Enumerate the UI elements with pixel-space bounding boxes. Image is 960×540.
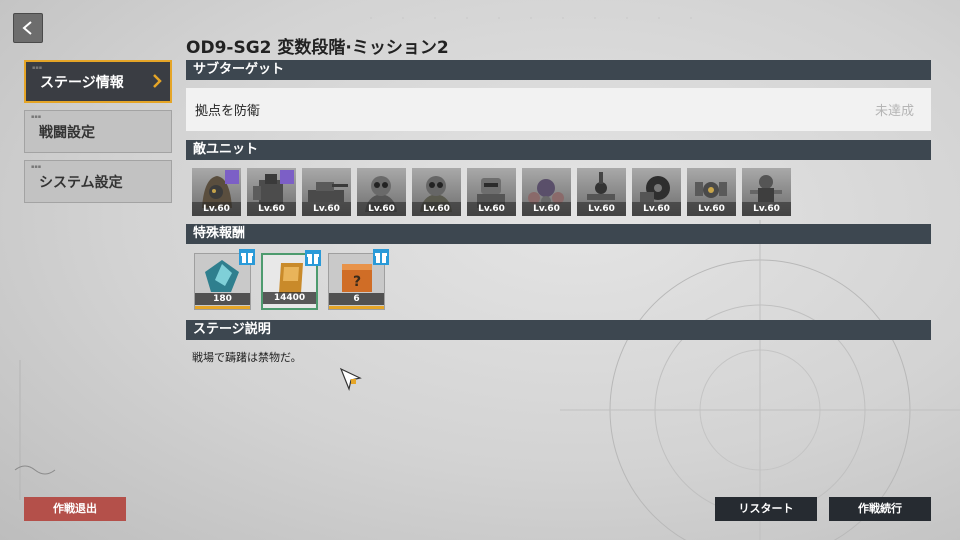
reward-item[interactable]: ? 6 <box>328 249 389 310</box>
enemy-card[interactable]: Lv.60 <box>577 168 626 216</box>
chevron-right-icon <box>153 74 162 88</box>
back-button[interactable] <box>13 13 43 43</box>
enemy-level: Lv.60 <box>467 202 516 216</box>
enemy-list: Lv.60 Lv.60 Lv.60 Lv.60 Lv.60 Lv.60 Lv.6… <box>192 168 791 216</box>
reward-count: 6 <box>329 293 384 305</box>
reward-list: 180 14400 ? 6 <box>194 249 389 310</box>
sidebar-item-decor: ▪▪▪ <box>31 114 42 120</box>
sidebar-item-stage-info[interactable]: ▪▪▪ ステージ情報 <box>24 60 172 103</box>
sidebar-item-battle-settings[interactable]: ▪▪▪ 戦闘設定 <box>24 110 172 153</box>
section-header-special-rewards: 特殊報酬 <box>186 224 931 244</box>
boss-badge-icon <box>225 170 239 184</box>
mouse-cursor-icon <box>339 367 362 392</box>
reward-rarity-bar <box>195 306 250 309</box>
section-header-sub-target: サブターゲット <box>186 60 931 80</box>
enemy-level: Lv.60 <box>687 202 736 216</box>
sidebar-item-label: システム設定 <box>39 174 123 191</box>
sidebar-item-decor: ▪▪▪ <box>31 164 42 170</box>
continue-operation-button[interactable]: 作戦続行 <box>829 497 931 521</box>
boss-badge-icon <box>280 170 294 184</box>
enemy-card[interactable]: Lv.60 <box>247 168 296 216</box>
reward-item[interactable]: 180 <box>194 249 255 310</box>
sidebar-item-system-settings[interactable]: ▪▪▪ システム設定 <box>24 160 172 203</box>
gift-icon <box>305 250 321 266</box>
enemy-level: Lv.60 <box>192 202 241 216</box>
enemy-card[interactable]: Lv.60 <box>632 168 681 216</box>
restart-button[interactable]: リスタート <box>715 497 817 521</box>
reward-count: 180 <box>195 293 250 305</box>
chevron-left-icon <box>22 21 32 35</box>
enemy-level: Lv.60 <box>522 202 571 216</box>
enemy-level: Lv.60 <box>577 202 626 216</box>
exit-operation-button[interactable]: 作戦退出 <box>24 497 126 521</box>
enemy-level: Lv.60 <box>357 202 406 216</box>
enemy-level: Lv.60 <box>742 202 791 216</box>
enemy-card[interactable]: Lv.60 <box>302 168 351 216</box>
sidebar: ▪▪▪ ステージ情報 ▪▪▪ 戦闘設定 ▪▪▪ システム設定 <box>24 60 172 210</box>
enemy-card[interactable]: Lv.60 <box>192 168 241 216</box>
stage-description-text: 戦場で躊躇は禁物だ。 <box>192 351 302 364</box>
enemy-level: Lv.60 <box>412 202 461 216</box>
enemy-level: Lv.60 <box>632 202 681 216</box>
sidebar-item-label: 戦闘設定 <box>39 124 95 141</box>
sidebar-item-label: ステージ情報 <box>40 74 124 91</box>
svg-text:?: ? <box>353 274 361 290</box>
enemy-level: Lv.60 <box>247 202 296 216</box>
section-header-stage-description: ステージ説明 <box>186 320 931 340</box>
enemy-card[interactable]: Lv.60 <box>467 168 516 216</box>
sub-target-status: 未達成 <box>874 104 914 119</box>
enemy-level: Lv.60 <box>302 202 351 216</box>
enemy-card[interactable]: Lv.60 <box>687 168 736 216</box>
gift-icon <box>239 249 255 265</box>
reward-item[interactable]: 14400 <box>261 250 321 310</box>
reward-count: 14400 <box>263 292 316 304</box>
sidebar-item-decor: ▪▪▪ <box>32 65 43 71</box>
page-title: OD9-SG2 変数段階·ミッション2 <box>186 38 449 58</box>
gift-icon <box>373 249 389 265</box>
sub-target-text: 拠点を防衛 <box>195 104 261 119</box>
enemy-card[interactable]: Lv.60 <box>357 168 406 216</box>
reward-rarity-bar <box>329 306 384 309</box>
enemy-card[interactable]: Lv.60 <box>742 168 791 216</box>
enemy-card[interactable]: Lv.60 <box>522 168 571 216</box>
sub-target-row: 拠点を防衛 未達成 <box>186 88 931 131</box>
section-header-enemy-units: 敵ユニット <box>186 140 931 160</box>
enemy-card[interactable]: Lv.60 <box>412 168 461 216</box>
